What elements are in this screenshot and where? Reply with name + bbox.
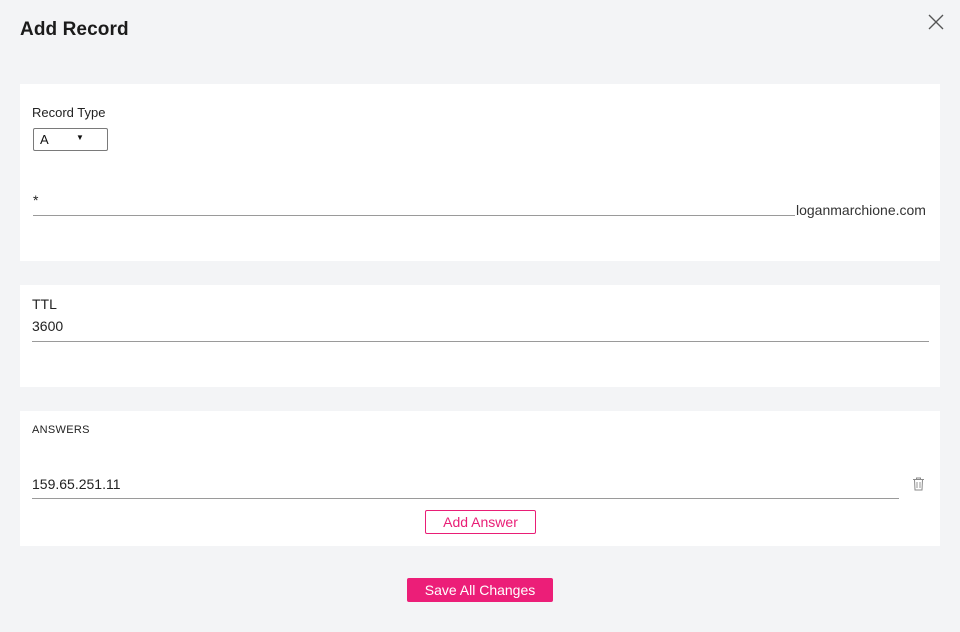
save-all-changes-button[interactable]: Save All Changes [407,578,553,602]
add-record-dialog: Add Record Record Type A ▼ loganmarchion… [0,0,960,632]
record-type-card: Record Type A ▼ loganmarchione.com [20,84,940,261]
record-type-label: Record Type [32,105,106,120]
trash-icon[interactable] [912,477,925,491]
close-icon[interactable] [925,11,947,33]
host-name-input[interactable] [33,190,795,216]
chevron-down-icon: ▼ [76,133,84,142]
answers-heading: ANSWERS [32,424,90,436]
answers-card: ANSWERS Add Answer [20,411,940,546]
record-type-value: A [40,132,49,147]
ttl-input[interactable] [32,316,929,342]
dialog-title: Add Record [20,19,129,40]
ttl-card: TTL [20,285,940,387]
ttl-label: TTL [32,296,57,312]
record-type-select[interactable]: A ▼ [33,128,108,151]
add-answer-button[interactable]: Add Answer [425,510,536,534]
domain-suffix: loganmarchione.com [796,202,926,218]
answer-input[interactable] [32,473,899,499]
